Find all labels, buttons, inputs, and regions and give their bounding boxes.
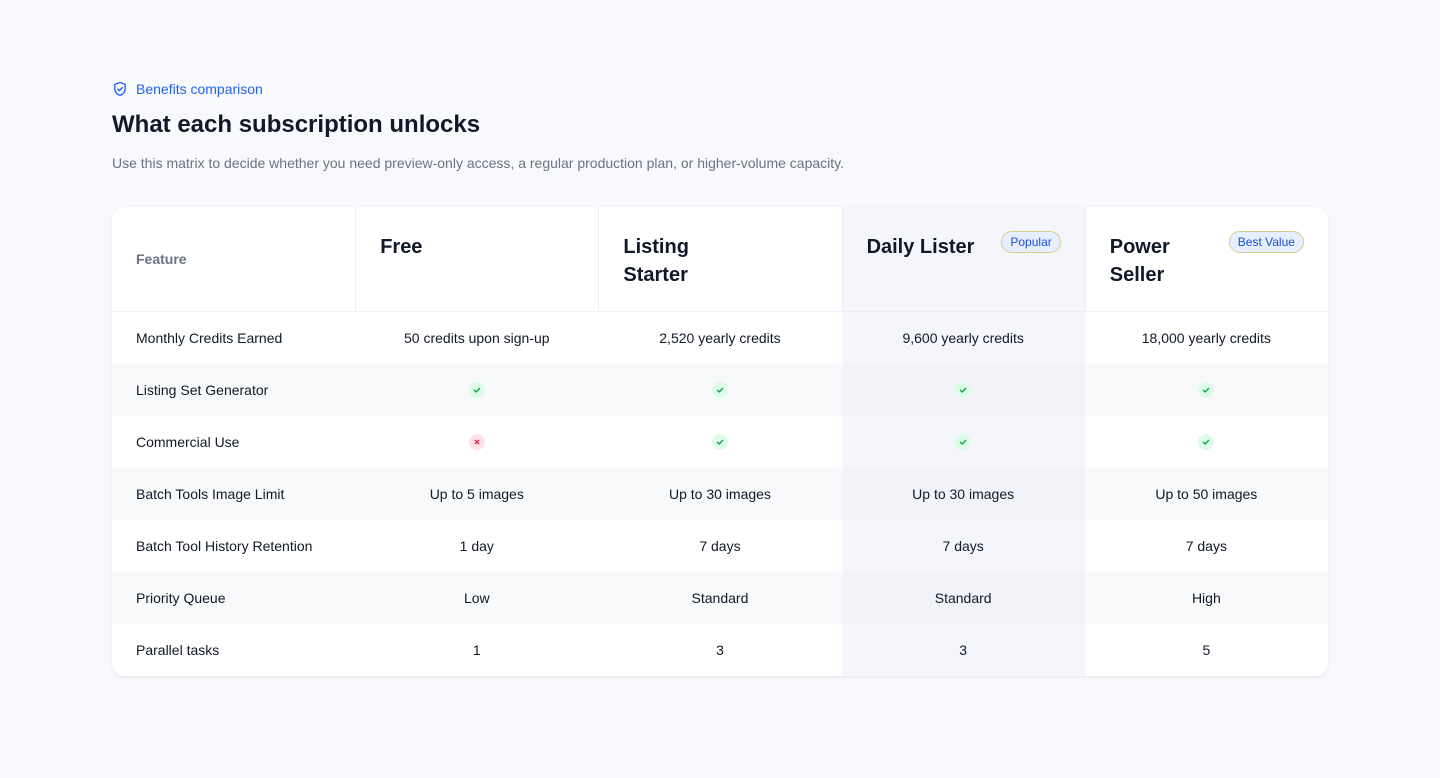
plan-header-2: Listing Starter <box>598 207 841 311</box>
plan-header-3: Daily Lister Popular <box>841 207 1085 311</box>
plan-name: Daily Lister <box>866 236 975 258</box>
check-icon <box>955 382 972 398</box>
table-cell: Up to 50 images <box>1155 486 1258 502</box>
section-eyebrow: Benefits comparison <box>112 80 1328 98</box>
table-cell: 50 credits upon sign-up <box>404 330 550 346</box>
table-row: Batch Tool History Retention 1 day 7 days 7… <box>112 520 1328 572</box>
feature-label: Commercial Use <box>136 434 240 450</box>
comparison-table: Feature Free Listing Starter Daily Lister P… <box>112 207 1328 676</box>
check-icon <box>711 382 728 398</box>
feature-column-header: Feature <box>136 251 187 267</box>
check-icon <box>711 434 728 450</box>
eyebrow-label: Benefits comparison <box>136 81 263 97</box>
table-cell: 3 <box>841 624 1085 676</box>
feature-label: Batch Tools Image Limit <box>136 486 285 502</box>
table-cell: 2,520 yearly credits <box>659 330 781 346</box>
check-icon <box>955 434 972 450</box>
plan-name: Free <box>380 236 423 258</box>
table-cell: 7 days <box>1185 538 1227 554</box>
table-row: Priority Queue Low Standard Standard High <box>112 572 1328 624</box>
feature-label: Monthly Credits Earned <box>136 330 283 346</box>
table-cell <box>598 364 841 416</box>
table-cell: Up to 30 images <box>841 468 1085 520</box>
table-cell <box>355 416 598 468</box>
plan-badge: Best Value <box>1228 231 1304 253</box>
table-cell <box>1085 364 1328 416</box>
table-cell <box>841 364 1085 416</box>
plan-name: Listing Starter <box>623 236 689 286</box>
feature-label: Priority Queue <box>136 590 226 606</box>
table-header-row: Feature Free Listing Starter Daily Lister P… <box>112 207 1328 312</box>
table-cell: 5 <box>1202 642 1211 658</box>
table-cell <box>355 364 598 416</box>
page-subtitle: Use this matrix to decide whether you ne… <box>112 155 844 171</box>
cross-icon <box>468 434 485 450</box>
table-cell: 7 days <box>841 520 1085 572</box>
table-row: Parallel tasks 1 3 3 5 <box>112 624 1328 676</box>
feature-label: Parallel tasks <box>136 642 220 658</box>
plan-header-4: Power Seller Best Value <box>1084 207 1328 311</box>
plan-badge: Popular <box>1001 231 1061 253</box>
page-title: What each subscription unlocks <box>112 111 481 138</box>
table-row: Commercial Use <box>112 416 1328 468</box>
table-cell: High <box>1191 590 1221 606</box>
table-cell: 18,000 yearly credits <box>1141 330 1271 346</box>
table-cell: 3 <box>716 642 724 658</box>
table-row: Batch Tools Image Limit Up to 5 images Up … <box>112 468 1328 520</box>
table-body: Monthly Credits Earned 50 credits upon si… <box>112 312 1328 676</box>
table-cell <box>1085 416 1328 468</box>
table-cell: Standard <box>691 590 749 606</box>
plan-name: Power Seller <box>1109 236 1170 286</box>
plan-header-1: Free <box>355 207 598 311</box>
table-cell: Low <box>463 590 490 606</box>
table-cell: 1 day <box>459 538 494 554</box>
check-icon <box>1198 382 1215 398</box>
table-cell <box>841 416 1085 468</box>
table-cell: Up to 5 images <box>429 486 524 502</box>
check-icon <box>1198 434 1215 450</box>
feature-label: Listing Set Generator <box>136 382 269 398</box>
check-icon <box>468 382 485 398</box>
table-cell: 9,600 yearly credits <box>841 312 1085 364</box>
table-cell: 1 <box>472 642 481 658</box>
table-cell: 7 days <box>699 538 741 554</box>
table-cell <box>598 416 841 468</box>
table-row: Monthly Credits Earned 50 credits upon si… <box>112 312 1328 364</box>
feature-label: Batch Tool History Retention <box>136 538 313 554</box>
table-row: Listing Set Generator <box>112 364 1328 416</box>
shield-check-icon <box>112 81 128 97</box>
benefits-section: Benefits comparison What each subscripti… <box>112 80 1328 676</box>
table-cell: Up to 30 images <box>668 486 771 502</box>
table-cell: Standard <box>841 572 1085 624</box>
